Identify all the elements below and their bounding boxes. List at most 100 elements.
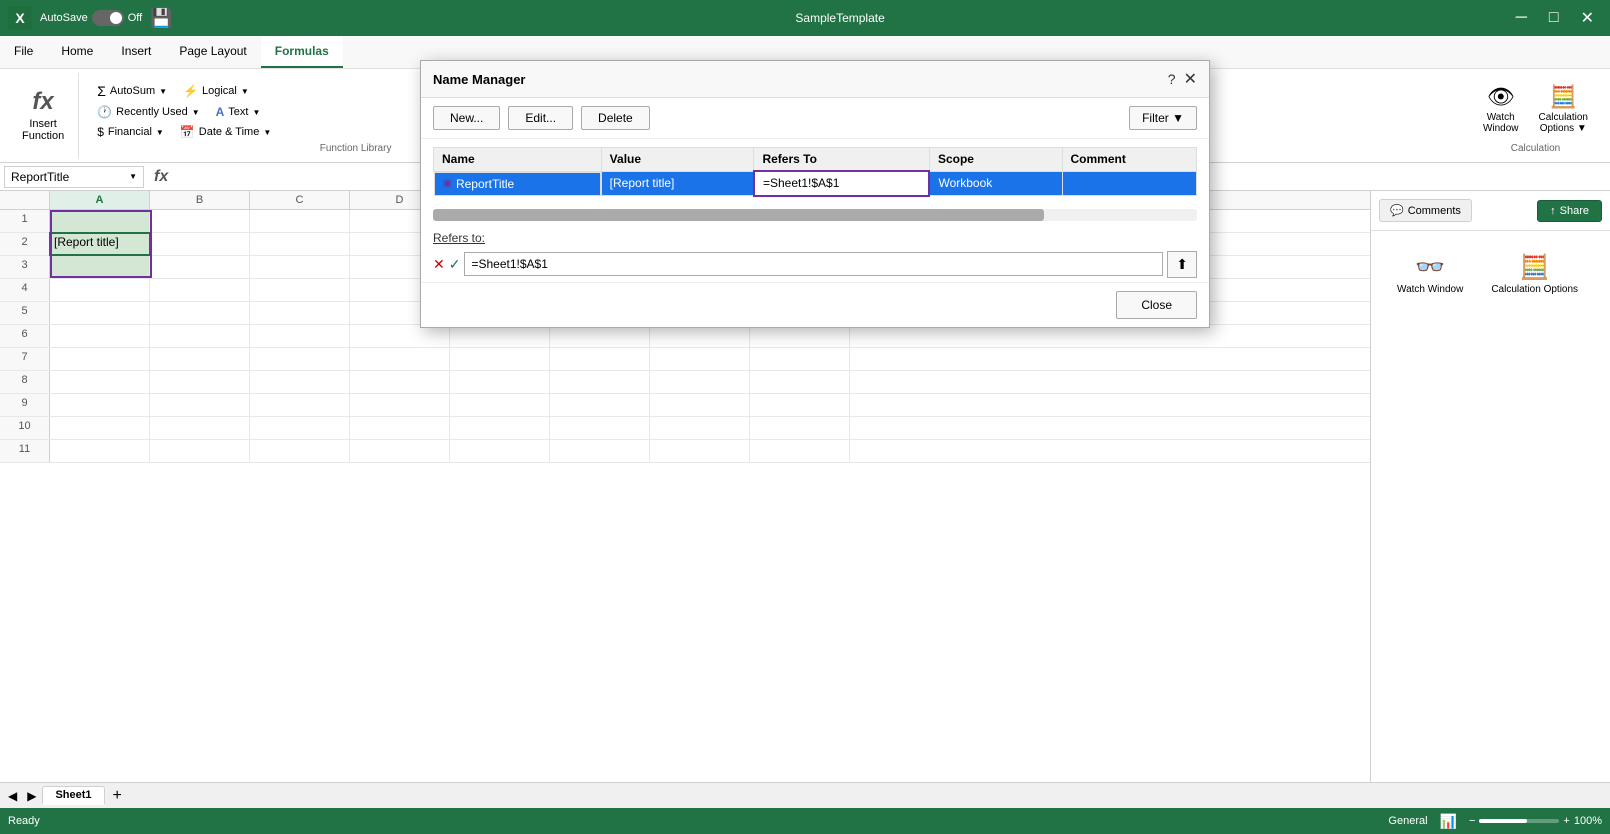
cell-D6[interactable] <box>350 325 450 347</box>
cell-F6[interactable] <box>550 325 650 347</box>
cell-B11[interactable] <box>150 440 250 462</box>
cell-D11[interactable] <box>350 440 450 462</box>
cell-A2[interactable]: [Report title] <box>50 233 150 255</box>
tab-insert[interactable]: Insert <box>107 36 165 68</box>
cell-B6[interactable] <box>150 325 250 347</box>
cell-C5[interactable] <box>250 302 350 324</box>
cell-D9[interactable] <box>350 394 450 416</box>
cell-C10[interactable] <box>250 417 350 439</box>
zoom-slider[interactable] <box>1479 819 1559 823</box>
share-button[interactable]: ↑ Share <box>1537 200 1602 222</box>
cell-E9[interactable] <box>450 394 550 416</box>
edit-button[interactable]: Edit... <box>508 106 573 130</box>
cell-G6[interactable] <box>650 325 750 347</box>
cell-B10[interactable] <box>150 417 250 439</box>
filter-button[interactable]: Filter ▼ <box>1129 106 1197 130</box>
cell-E11[interactable] <box>450 440 550 462</box>
delete-button[interactable]: Delete <box>581 106 650 130</box>
cell-A8[interactable] <box>50 371 150 393</box>
dialog-close-button[interactable]: Close <box>1116 291 1197 319</box>
col-header-A[interactable]: A <box>50 191 150 209</box>
autosum-button[interactable]: Σ AutoSum ▼ <box>91 81 173 101</box>
cell-B1[interactable] <box>150 210 250 232</box>
cell-A5[interactable] <box>50 302 150 324</box>
watch-window-sidebar-button[interactable]: 👓 Watch Window <box>1387 247 1473 301</box>
cell-A10[interactable] <box>50 417 150 439</box>
refers-to-expand-button[interactable]: ⬆ <box>1167 251 1197 278</box>
cell-C4[interactable] <box>250 279 350 301</box>
financial-button[interactable]: $ Financial ▼ <box>91 123 170 141</box>
dialog-close-x-button[interactable]: ✕ <box>1184 69 1197 89</box>
cancel-icon[interactable]: ✕ <box>433 256 445 273</box>
autosave-toggle[interactable] <box>92 10 124 26</box>
dialog-scroll-area[interactable]: Name Value Refers To Scope Comment ▣ Rep… <box>421 139 1209 205</box>
tab-home[interactable]: Home <box>47 36 107 68</box>
cell-F11[interactable] <box>550 440 650 462</box>
save-icon[interactable]: 💾 <box>150 8 172 29</box>
cell-A3[interactable] <box>50 256 150 278</box>
zoom-control[interactable]: − + 100% <box>1469 815 1602 827</box>
cell-F9[interactable] <box>550 394 650 416</box>
cell-C1[interactable] <box>250 210 350 232</box>
cell-C6[interactable] <box>250 325 350 347</box>
recently-used-button[interactable]: 🕐 Recently Used ▼ <box>91 103 205 121</box>
cell-F7[interactable] <box>550 348 650 370</box>
cell-H11[interactable] <box>750 440 850 462</box>
close-button[interactable]: ✕ <box>1573 4 1602 32</box>
cell-A6[interactable] <box>50 325 150 347</box>
cell-H9[interactable] <box>750 394 850 416</box>
dialog-help-button[interactable]: ? <box>1168 71 1176 87</box>
sheet-tab-sheet1[interactable]: Sheet1 <box>42 786 104 805</box>
cell-C11[interactable] <box>250 440 350 462</box>
tab-formulas[interactable]: Formulas <box>261 36 343 68</box>
cell-C8[interactable] <box>250 371 350 393</box>
cell-G11[interactable] <box>650 440 750 462</box>
zoom-in-icon[interactable]: + <box>1563 815 1569 827</box>
cell-H10[interactable] <box>750 417 850 439</box>
cell-D8[interactable] <box>350 371 450 393</box>
cell-A7[interactable] <box>50 348 150 370</box>
minimize-button[interactable]: ─ <box>1508 5 1535 31</box>
tab-file[interactable]: File <box>0 36 47 68</box>
cell-B4[interactable] <box>150 279 250 301</box>
zoom-out-icon[interactable]: − <box>1469 815 1475 827</box>
cell-G9[interactable] <box>650 394 750 416</box>
calculation-options-sidebar-button[interactable]: 🧮 Calculation Options <box>1481 247 1588 301</box>
tab-page-layout[interactable]: Page Layout <box>165 36 260 68</box>
cell-A4[interactable] <box>50 279 150 301</box>
cell-B8[interactable] <box>150 371 250 393</box>
sheet-nav-next[interactable]: ▶ <box>23 787 40 805</box>
cell-C9[interactable] <box>250 394 350 416</box>
cell-E6[interactable] <box>450 325 550 347</box>
cell-B9[interactable] <box>150 394 250 416</box>
cell-G7[interactable] <box>650 348 750 370</box>
cell-H6[interactable] <box>750 325 850 347</box>
cell-C7[interactable] <box>250 348 350 370</box>
cell-B3[interactable] <box>150 256 250 278</box>
cell-G8[interactable] <box>650 371 750 393</box>
dialog-scrollbar[interactable] <box>433 209 1197 221</box>
cell-F8[interactable] <box>550 371 650 393</box>
cell-B2[interactable] <box>150 233 250 255</box>
cell-E8[interactable] <box>450 371 550 393</box>
cell-G10[interactable] <box>650 417 750 439</box>
confirm-icon[interactable]: ✓ <box>449 256 461 273</box>
cell-B7[interactable] <box>150 348 250 370</box>
name-box[interactable]: ReportTitle ▼ <box>4 166 144 188</box>
new-button[interactable]: New... <box>433 106 500 130</box>
calculation-options-button[interactable]: 🧮 CalculationOptions ▼ <box>1533 80 1594 138</box>
date-time-button[interactable]: 📅 Date & Time ▼ <box>174 123 277 141</box>
cell-C2[interactable] <box>250 233 350 255</box>
cell-C3[interactable] <box>250 256 350 278</box>
col-header-C[interactable]: C <box>250 191 350 209</box>
col-header-B[interactable]: B <box>150 191 250 209</box>
name-manager-dialog[interactable]: Name Manager ? ✕ New... Edit... Delete F… <box>420 60 1210 328</box>
refers-to-input[interactable] <box>464 252 1163 276</box>
cell-H7[interactable] <box>750 348 850 370</box>
cell-F10[interactable] <box>550 417 650 439</box>
comments-button[interactable]: 💬 Comments <box>1379 199 1472 222</box>
cell-E10[interactable] <box>450 417 550 439</box>
maximize-button[interactable]: □ <box>1541 5 1567 31</box>
watch-window-button[interactable]: 👁 WatchWindow <box>1477 80 1525 138</box>
table-row[interactable]: ▣ ReportTitle [Report title] =Sheet1!$A$… <box>434 171 1197 196</box>
